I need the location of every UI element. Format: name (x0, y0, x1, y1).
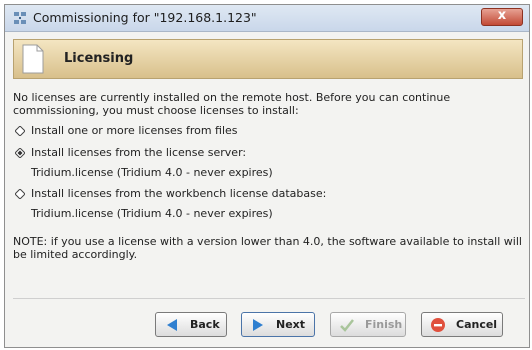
network-icon (14, 12, 26, 24)
radio-unselected-icon[interactable] (15, 189, 25, 199)
note-text: NOTE: if you use a license with a versio… (13, 235, 522, 261)
stop-icon (431, 318, 445, 332)
license-server-detail: Tridium.license (Tridium 4.0 - never exp… (31, 166, 273, 179)
back-label: Back (190, 318, 220, 331)
title-bar[interactable]: Commissioning for "192.168.1.123" x (5, 5, 529, 32)
divider (13, 298, 525, 299)
left-arrow-icon (167, 319, 177, 331)
option-files-label: Install one or more licenses from files (31, 124, 238, 137)
page-title: Licensing (64, 51, 134, 66)
commissioning-window: Commissioning for "192.168.1.123" x Lice… (4, 4, 530, 348)
cancel-button[interactable]: Cancel (421, 312, 503, 337)
option-workbench-db-label: Install licenses from the workbench lice… (31, 187, 327, 200)
next-button[interactable]: Next (241, 312, 315, 337)
window-title: Commissioning for "192.168.1.123" (33, 10, 257, 25)
workbench-db-detail: Tridium.license (Tridium 4.0 - never exp… (31, 207, 273, 220)
finish-button[interactable]: Finish (330, 312, 406, 337)
close-icon: x (497, 8, 507, 23)
page-header: Licensing (13, 39, 523, 79)
next-label: Next (276, 318, 306, 331)
option-license-server-label: Install licenses from the license server… (31, 146, 247, 159)
intro-text: No licenses are currently installed on t… (13, 91, 451, 117)
option-license-server[interactable]: Install licenses from the license server… (13, 145, 525, 161)
document-icon (22, 44, 44, 74)
right-arrow-icon (253, 319, 263, 331)
back-button[interactable]: Back (155, 312, 227, 337)
option-workbench-db[interactable]: Install licenses from the workbench lice… (13, 186, 525, 202)
radio-selected-icon[interactable] (15, 148, 25, 158)
check-icon (340, 319, 354, 332)
finish-label: Finish (365, 318, 403, 331)
license-options: No licenses are currently installed on t… (13, 91, 525, 261)
radio-unselected-icon[interactable] (15, 126, 25, 136)
option-files[interactable]: Install one or more licenses from files (13, 123, 525, 139)
cancel-label: Cancel (456, 318, 498, 331)
close-button[interactable]: x (481, 8, 523, 26)
